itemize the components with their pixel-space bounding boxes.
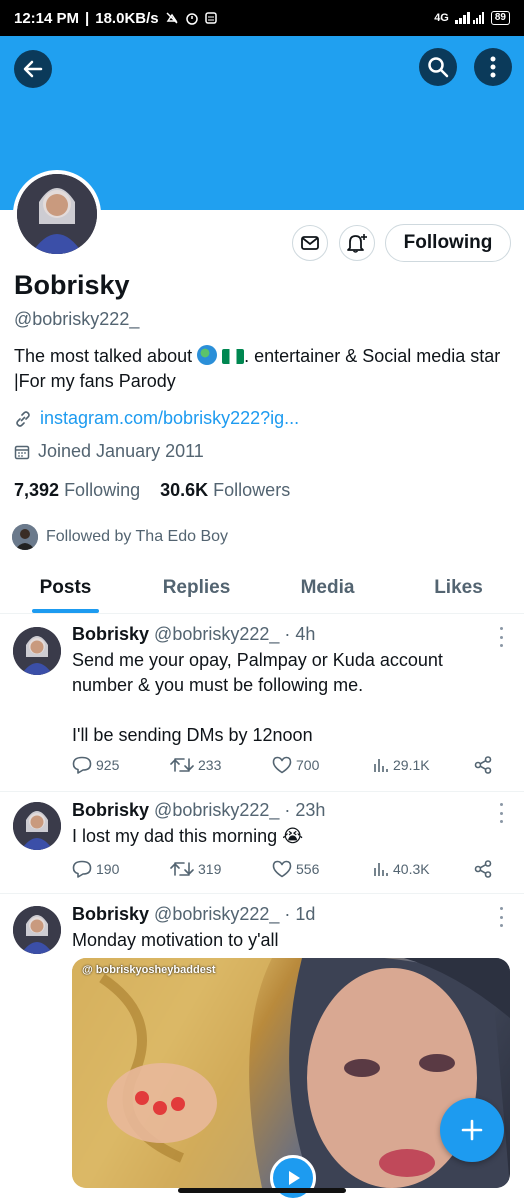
tweet-header: Bobrisky @bobrisky222_ · 1d: [72, 904, 315, 925]
alarm-icon: [185, 11, 199, 25]
status-bar: 12:14 PM | 18.0KB/s 4G 89: [0, 0, 524, 36]
video-play-button[interactable]: [270, 1155, 316, 1200]
reply-icon: [72, 860, 92, 878]
retweet-button[interactable]: 319: [170, 861, 272, 877]
tweet-actions: 190 319 556 40.3K: [72, 860, 502, 878]
tweet-handle: @bobrisky222_: [154, 904, 280, 924]
reply-icon: [72, 756, 92, 774]
tweet-more-button[interactable]: [494, 627, 508, 647]
views-button[interactable]: 40.3K: [373, 861, 474, 877]
followed-by-row[interactable]: Followed by Tha Edo Boy: [12, 524, 228, 550]
status-speed: 18.0KB/s: [95, 9, 159, 27]
tab-media[interactable]: Media: [262, 562, 393, 613]
share-icon: [474, 756, 492, 774]
followed-by-text: Followed by Tha Edo Boy: [46, 528, 229, 545]
tweet-media-video[interactable]: @ bobriskyosheybaddest: [72, 958, 510, 1188]
tweet-avatar[interactable]: [13, 802, 61, 850]
mail-icon: [301, 236, 319, 250]
retweet-button[interactable]: 233: [170, 757, 272, 773]
views-chart-icon: [374, 863, 388, 876]
battery-indicator: 89: [490, 11, 510, 25]
follower-avatar: [12, 524, 38, 550]
reply-button[interactable]: 190: [72, 860, 170, 878]
tweet-text: I lost my dad this morning 😭: [72, 826, 304, 846]
tweet-time: · 1d: [284, 904, 316, 924]
like-button[interactable]: 700: [272, 756, 373, 774]
following-button[interactable]: Following: [385, 224, 511, 262]
compose-tweet-button[interactable]: [440, 1098, 504, 1162]
tweet-handle: @bobrisky222_: [154, 624, 280, 644]
nigeria-flag-icon: [222, 349, 245, 364]
tab-posts[interactable]: Posts: [0, 562, 131, 613]
tweet-author[interactable]: Bobrisky: [72, 624, 149, 644]
tweet-more-button[interactable]: [494, 803, 508, 823]
more-options-button[interactable]: [474, 48, 512, 86]
joined-row: Joined January 2011: [14, 441, 204, 462]
tweet-author[interactable]: Bobrisky: [72, 800, 149, 820]
home-indicator[interactable]: [178, 1188, 346, 1193]
like-button[interactable]: 556: [272, 860, 373, 878]
tweet-header: Bobrisky @bobrisky222_ · 23h: [72, 800, 325, 821]
calendar-icon: [14, 445, 30, 459]
tweet-more-button[interactable]: [494, 907, 508, 927]
heart-icon: [272, 756, 292, 774]
following-count-link[interactable]: 7,392 Following: [14, 480, 140, 501]
profile-name: Bobrisky: [14, 270, 130, 300]
tab-replies[interactable]: Replies: [131, 562, 262, 613]
views-chart-icon: [374, 759, 388, 772]
bio-text-1: The most talked about: [14, 346, 193, 366]
share-button[interactable]: [474, 756, 492, 774]
link-icon: [16, 410, 30, 427]
mute-icon: [165, 11, 179, 25]
tab-likes[interactable]: Likes: [393, 562, 524, 613]
tweet-time: · 4h: [284, 624, 316, 644]
heart-icon: [272, 860, 292, 878]
retweet-icon: [170, 758, 194, 772]
tweet-text: Send me your opay, Palmpay or Kuda accou…: [72, 650, 443, 745]
profile-bio: The most talked about . entertainer & So…: [14, 344, 514, 394]
profile-link[interactable]: instagram.com/bobrisky222?ig...: [40, 408, 299, 429]
more-vertical-icon: [490, 56, 496, 78]
tweet-text: Monday motivation to y'all: [72, 930, 279, 950]
tweet[interactable]: Bobrisky @bobrisky222_ · 23h I lost my d…: [0, 792, 524, 894]
tweet-avatar[interactable]: [13, 906, 61, 954]
tweet-author[interactable]: Bobrisky: [72, 904, 149, 924]
search-button[interactable]: [419, 48, 457, 86]
tweet-handle: @bobrisky222_: [154, 800, 280, 820]
joined-date: Joined January 2011: [38, 441, 204, 461]
notification-icon: [204, 12, 217, 24]
profile-handle: @bobrisky222_: [14, 309, 140, 329]
back-button[interactable]: [14, 50, 52, 88]
reply-button[interactable]: 925: [72, 756, 170, 774]
tweet-avatar[interactable]: [13, 627, 61, 675]
retweet-icon: [170, 862, 194, 876]
status-time: 12:14 PM: [14, 9, 80, 27]
media-watermark: @ bobriskyosheybaddest: [82, 964, 216, 976]
globe-emoji-icon: [197, 345, 218, 365]
share-button[interactable]: [474, 860, 492, 878]
profile-avatar[interactable]: [13, 170, 101, 258]
play-icon: [289, 1171, 300, 1185]
plus-icon: [461, 1119, 483, 1141]
network-type: 4G: [434, 12, 449, 24]
views-button[interactable]: 29.1K: [373, 757, 474, 773]
share-icon: [474, 860, 492, 878]
bell-plus-icon: [347, 234, 367, 253]
notifications-button[interactable]: [339, 225, 375, 261]
back-arrow-icon: [23, 60, 43, 78]
tweet-actions: 925 233 700 29.1K: [72, 756, 502, 774]
message-button[interactable]: [292, 225, 328, 261]
tweet-header: Bobrisky @bobrisky222_ · 4h: [72, 624, 315, 645]
search-icon: [428, 57, 449, 78]
follow-counts: 7,392 Following 30.6K Followers: [14, 480, 290, 501]
profile-link-row: instagram.com/bobrisky222?ig...: [14, 408, 299, 429]
profile-tabs: Posts Replies Media Likes: [0, 562, 524, 614]
signal-icon: [454, 12, 485, 24]
followers-count-link[interactable]: 30.6K Followers: [160, 480, 290, 501]
tweet[interactable]: Bobrisky @bobrisky222_ · 4h Send me your…: [0, 614, 524, 792]
tweet-time: · 23h: [284, 800, 326, 820]
